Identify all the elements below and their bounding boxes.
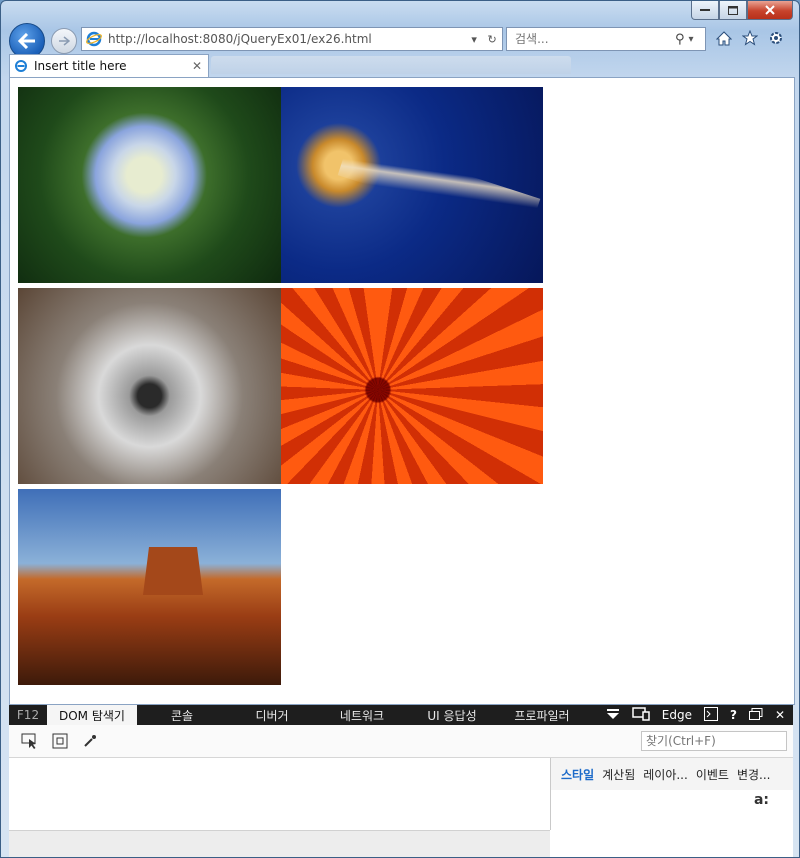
home-icon[interactable] — [715, 29, 733, 47]
tab-console[interactable]: 콘솔 — [137, 705, 227, 725]
help-icon[interactable]: ? — [730, 708, 737, 722]
address-text: http://localhost:8080/jQueryEx01/ex26.ht… — [108, 32, 372, 46]
favorites-star-icon[interactable] — [741, 29, 759, 47]
console-icon[interactable] — [703, 706, 718, 724]
search-dropdown-icon[interactable]: ▾ — [689, 34, 694, 45]
gear-icon[interactable] — [767, 29, 785, 47]
emulation-icon[interactable] — [632, 706, 650, 724]
dropdown-arrow-icon[interactable]: ▾ — [471, 33, 477, 46]
highlight-element-icon[interactable] — [51, 732, 69, 750]
refresh-icon[interactable]: ↻ — [487, 33, 496, 46]
emulation-mode[interactable]: Edge — [662, 708, 692, 722]
chrysanthemum-image — [281, 288, 543, 484]
close-icon — [765, 5, 775, 15]
address-bar[interactable]: http://localhost:8080/jQueryEx01/ex26.ht… — [81, 27, 503, 51]
minimize-icon — [700, 9, 710, 11]
arrow-right-icon — [59, 36, 70, 46]
image-grid — [18, 87, 543, 685]
devtools-tab-bar: F12 DOM 탐색기 콘솔 디버거 네트워크 UI 응답성 프로파일러 Edg… — [9, 705, 793, 725]
hydrangea-image — [18, 87, 281, 283]
font-size-icon[interactable]: a: — [754, 792, 769, 808]
tab-changes[interactable]: 변경... — [737, 766, 771, 783]
address-controls: ▾ ↻ — [466, 33, 502, 46]
browser-tab[interactable]: Insert title here ✕ — [9, 54, 209, 77]
styles-pane: 스타일 계산됨 레이아... 이벤트 변경... a: — [551, 758, 793, 857]
tab-profiler[interactable]: 프로파일러 — [497, 705, 587, 725]
page-content — [9, 77, 795, 705]
close-devtools-icon[interactable]: ✕ — [775, 708, 785, 722]
devtools-body: 스타일 계산됨 레이아... 이벤트 변경... a: — [9, 757, 793, 857]
search-box[interactable]: ⚲ ▾ — [506, 27, 706, 51]
color-picker-icon[interactable] — [81, 732, 99, 750]
tab-layout[interactable]: 레이아... — [643, 766, 688, 783]
developer-tools: F12 DOM 탐색기 콘솔 디버거 네트워크 UI 응답성 프로파일러 Edg… — [9, 705, 793, 857]
browser-window: http://localhost:8080/jQueryEx01/ex26.ht… — [0, 0, 800, 858]
navigation-bar: http://localhost:8080/jQueryEx01/ex26.ht… — [9, 23, 793, 59]
undock-icon[interactable] — [748, 707, 763, 723]
ie-logo-icon — [86, 31, 102, 47]
background-tab — [211, 56, 571, 74]
tab-styles[interactable]: 스타일 — [561, 766, 594, 783]
ie-logo-icon — [15, 60, 27, 72]
dom-tree-pane[interactable] — [9, 758, 551, 830]
desert-image — [18, 489, 281, 685]
select-element-icon[interactable] — [21, 732, 39, 750]
search-input[interactable] — [513, 31, 667, 47]
search-icon[interactable]: ⚲ — [675, 32, 685, 47]
maximize-button[interactable] — [719, 1, 747, 20]
devtools-toolbar — [9, 725, 793, 757]
forward-button[interactable] — [51, 28, 77, 54]
koala-image — [18, 288, 281, 484]
minimize-button[interactable] — [691, 1, 719, 20]
tab-ui-responsiveness[interactable]: UI 응답성 — [407, 705, 497, 725]
tab-computed[interactable]: 계산됨 — [602, 766, 635, 783]
tab-debugger[interactable]: 디버거 — [227, 705, 317, 725]
jellyfish-image — [281, 87, 543, 283]
devtools-right-controls: Edge ? ✕ — [606, 705, 793, 725]
toolbar-icons — [715, 29, 785, 47]
dom-breadcrumb-bar — [9, 830, 550, 857]
tab-events[interactable]: 이벤트 — [696, 766, 729, 783]
window-caption-buttons — [691, 1, 793, 20]
maximize-icon — [728, 5, 738, 15]
tab-network[interactable]: 네트워크 — [317, 705, 407, 725]
f12-label: F12 — [16, 708, 40, 722]
close-window-button[interactable] — [747, 1, 793, 20]
arrow-left-icon — [18, 33, 35, 49]
more-tabs-icon[interactable] — [606, 708, 620, 722]
styles-tab-bar: 스타일 계산됨 레이아... 이벤트 변경... — [551, 758, 793, 790]
close-tab-icon[interactable]: ✕ — [192, 59, 208, 73]
find-input[interactable] — [641, 731, 787, 751]
tab-title: Insert title here — [34, 59, 127, 73]
tab-dom-explorer[interactable]: DOM 탐색기 — [47, 705, 137, 725]
